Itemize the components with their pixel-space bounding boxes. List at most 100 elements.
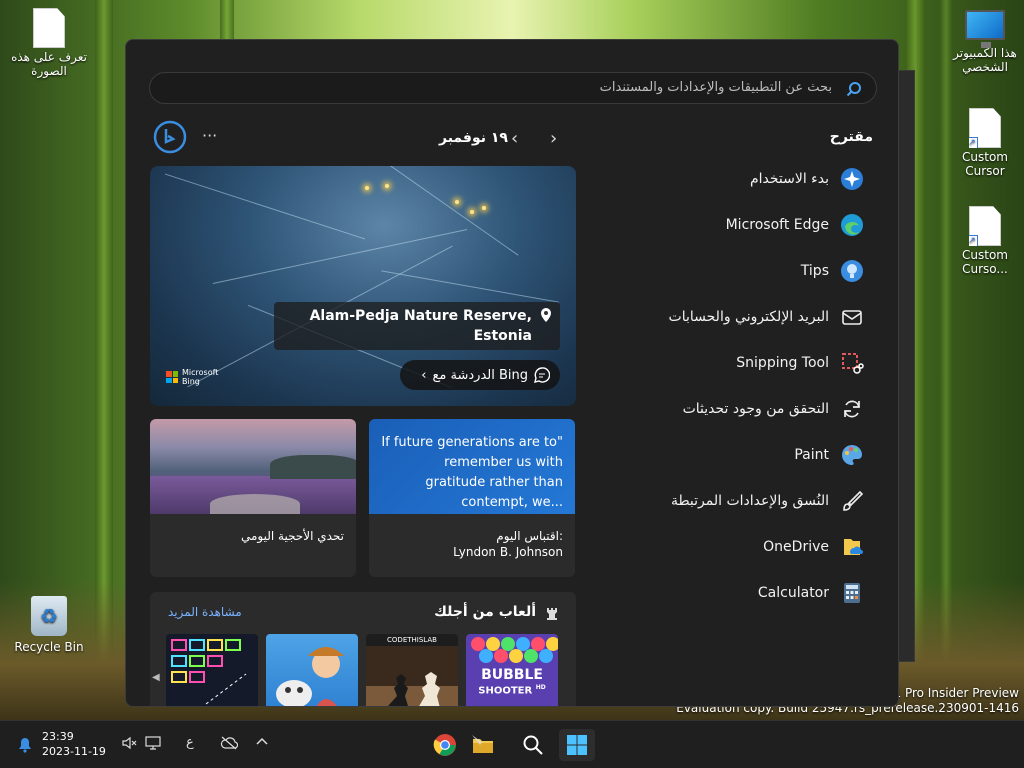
edge-icon <box>839 212 865 238</box>
app-label: Microsoft Edge <box>725 217 829 233</box>
desktop-icon-this-pc[interactable]: هذا الكمبيوتر الشخصي <box>945 10 1024 74</box>
app-label: OneDrive <box>763 539 829 555</box>
microsoft-logo-icon <box>166 371 178 383</box>
app-label: البريد الإلكتروني والحسابات <box>668 309 829 325</box>
feed-date: ١٩ نوفمبر <box>439 130 508 146</box>
taskbar-chrome-button[interactable] <box>427 729 463 761</box>
search-placeholder: بحث عن التطبيقات والإعدادات والمستندات <box>599 80 832 95</box>
path-trail <box>210 494 300 514</box>
app-label: Paint <box>794 447 829 463</box>
app-label: التحقق من وجود تحديثات <box>682 401 829 417</box>
app-calculator[interactable]: Calculator <box>605 577 865 609</box>
chevron-left-icon[interactable]: ‹ <box>511 128 518 149</box>
see-more-link[interactable]: مشاهدة المزيد <box>168 605 242 619</box>
input-language-indicator[interactable]: ع <box>186 735 194 750</box>
windows-logo-icon <box>567 735 587 755</box>
ice-crack <box>321 166 519 256</box>
light-spark <box>482 206 486 210</box>
quote-text: If future generations are to" remember u… <box>369 419 575 514</box>
show-hidden-icons-chevron-icon[interactable] <box>255 735 269 753</box>
light-spark <box>470 210 474 214</box>
chevron-right-icon[interactable]: › <box>550 128 557 149</box>
light-spark <box>455 200 459 204</box>
bing-chat-icon[interactable] <box>153 120 187 154</box>
desktop-icon-label: هذا الكمبيوتر الشخصي <box>953 46 1017 74</box>
clock-time: 23:39 <box>42 730 74 743</box>
app-tips[interactable]: Tips <box>605 255 865 287</box>
taskbar-clock[interactable]: 23:39 2023-11-19 <box>42 729 106 759</box>
daily-puzzle-card[interactable]: تحدي الأحجية اليومي <box>150 419 356 577</box>
bubble-line1: BUBBLE <box>481 667 543 683</box>
game-tile-chess[interactable]: CODETHISLAB <box>366 634 458 706</box>
app-check-updates[interactable]: التحقق من وجود تحديثات <box>605 393 865 425</box>
app-get-started[interactable]: بدء الاستخدام <box>605 163 865 195</box>
app-edge[interactable]: Microsoft Edge <box>605 209 865 241</box>
app-paint[interactable]: Paint <box>605 439 865 471</box>
farm-game-icon <box>276 647 344 706</box>
search-icon <box>523 735 543 755</box>
bubble-line2: SHOOTER HD <box>466 682 558 697</box>
chat-with-bing-button[interactable]: الدردشة مع Bing ‹ <box>400 360 560 390</box>
quote-card-title: اقتباس اليوم: <box>496 529 563 543</box>
cloud-offline-icon[interactable] <box>220 735 239 755</box>
notification-bell-icon[interactable] <box>10 729 40 761</box>
this-pc-icon <box>965 10 1005 48</box>
taskbar: 23:39 2023-11-19 ع <box>0 720 1024 768</box>
location-line1: Alam-Pedja Nature Reserve, <box>309 308 532 324</box>
desktop-icon-learn-image[interactable]: تعرف على هذه الصورة <box>9 8 89 78</box>
file-icon <box>33 8 65 48</box>
codethislab-badge: CODETHISLAB <box>366 634 458 646</box>
game-tile-farm[interactable] <box>266 634 358 706</box>
app-label: بدء الاستخدام <box>749 171 829 187</box>
games-section: ألعاب من أجلك مشاهدة المزيد ◀ CODETHISLA… <box>150 592 576 706</box>
bubble-shooter-title: BUBBLE SHOOTER HD <box>466 668 558 697</box>
location-line2: Estonia <box>473 328 532 344</box>
start-menu: بحث عن التطبيقات والإعدادات والمستندات م… <box>125 39 899 707</box>
desktop-icon-label: Custom Curso... <box>962 248 1008 276</box>
app-label: Calculator <box>757 585 829 601</box>
snipping-tool-icon <box>839 350 865 376</box>
light-spark <box>365 186 369 190</box>
desktop-icon-custom-cursor-2[interactable]: ↗ Custom Curso... <box>945 206 1024 276</box>
volume-muted-icon[interactable] <box>121 735 137 755</box>
app-label: Snipping Tool <box>736 355 829 371</box>
quote-of-the-day-card[interactable]: If future generations are to" remember u… <box>369 419 575 577</box>
bubble-shooter-word: SHOOTER <box>478 685 533 697</box>
game-tile-bubble-shooter[interactable]: BUBBLE SHOOTER HD <box>466 634 558 706</box>
taskbar-file-explorer-button[interactable] <box>465 729 501 761</box>
chevron-left-icon: ‹ <box>421 367 427 383</box>
app-label: Tips <box>800 263 829 279</box>
taskbar-search-button[interactable] <box>515 729 551 761</box>
bubble-hd-label: HD <box>535 684 546 691</box>
search-box[interactable]: بحث عن التطبيقات والإعدادات والمستندات <box>149 72 877 104</box>
suggested-title: مقترح <box>829 129 873 145</box>
paint-icon <box>839 442 865 468</box>
desktop-icon-label: تعرف على هذه الصورة <box>11 50 87 78</box>
app-mail-accounts[interactable]: البريد الإلكتروني والحسابات <box>605 301 865 333</box>
app-snipping-tool[interactable]: Snipping Tool <box>605 347 865 379</box>
app-themes-settings[interactable]: النُسق والإعدادات المرتبطة <box>605 485 865 517</box>
file-explorer-icon <box>472 735 493 753</box>
more-options-icon[interactable]: ··· <box>202 126 217 145</box>
microsoft-bing-logo: Microsoft Bing <box>166 368 218 386</box>
chrome-icon <box>433 734 456 756</box>
calculator-icon <box>839 580 865 606</box>
ice-crack <box>381 270 559 303</box>
quote-author: Lyndon B. Johnson <box>453 545 563 559</box>
taskbar-start-button[interactable] <box>559 729 595 761</box>
desktop-icon-recycle-bin[interactable]: ♻ Recycle Bin <box>9 596 89 654</box>
scroll-left-icon[interactable]: ◀ <box>152 672 160 683</box>
clock-date: 2023-11-19 <box>42 745 106 758</box>
puzzle-card-title: تحدي الأحجية اليومي <box>240 529 344 543</box>
bing-image-of-the-day[interactable]: Alam-Pedja Nature Reserve, Estonia Micro… <box>150 166 576 406</box>
app-onedrive[interactable]: OneDrive <box>605 531 865 563</box>
game-tile-brick[interactable] <box>166 634 258 706</box>
desktop-icon-custom-cursor[interactable]: ↗ Custom Cursor <box>945 108 1024 178</box>
update-icon <box>839 396 865 422</box>
image-location-caption[interactable]: Alam-Pedja Nature Reserve, Estonia <box>274 302 560 350</box>
chess-rook-icon <box>547 608 557 620</box>
tips-icon <box>839 258 865 284</box>
network-icon[interactable] <box>144 735 162 755</box>
brush-icon <box>839 488 865 514</box>
puzzle-image <box>150 419 356 514</box>
